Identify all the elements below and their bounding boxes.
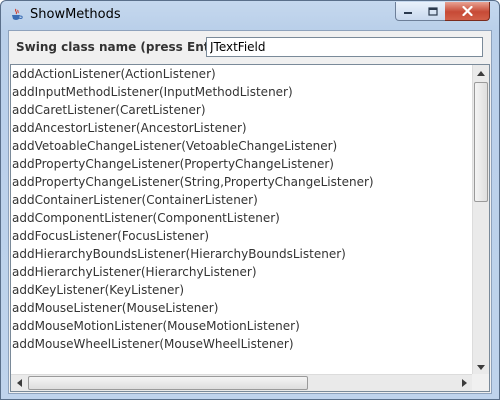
list-item[interactable]: addPropertyChangeListener(String,Propert… bbox=[11, 173, 473, 191]
list-item[interactable]: addVetoableChangeListener(VetoableChange… bbox=[11, 137, 473, 155]
title-bar[interactable]: ShowMethods bbox=[1, 1, 499, 29]
methods-scroll-pane: addActionListener(ActionListener) addInp… bbox=[10, 64, 490, 392]
list-item[interactable]: addInputMethodListener(InputMethodListen… bbox=[11, 83, 473, 101]
list-item[interactable]: addPropertyChangeListener(PropertyChange… bbox=[11, 155, 473, 173]
list-item[interactable]: addHierarchyListener(HierarchyListener) bbox=[11, 263, 473, 281]
list-item[interactable]: addContainerListener(ContainerListener) bbox=[11, 191, 473, 209]
maximize-button[interactable] bbox=[420, 2, 446, 21]
minimize-icon bbox=[404, 12, 412, 14]
window-title: ShowMethods bbox=[30, 7, 121, 22]
vertical-scrollbar[interactable] bbox=[472, 65, 489, 375]
scroll-right-button[interactable] bbox=[456, 375, 472, 391]
scroll-left-button[interactable] bbox=[11, 375, 27, 391]
minimize-button[interactable] bbox=[395, 2, 421, 21]
list-item[interactable]: addAncestorListener(AncestorListener) bbox=[11, 119, 473, 137]
vertical-scroll-thumb[interactable] bbox=[474, 82, 488, 202]
list-item[interactable]: addHierarchyBoundsListener(HierarchyBoun… bbox=[11, 245, 473, 263]
arrow-down-icon bbox=[477, 364, 485, 370]
arrow-up-icon bbox=[477, 70, 485, 76]
list-item[interactable]: addCaretListener(CaretListener) bbox=[11, 101, 473, 119]
list-item[interactable]: addFocusListener(FocusListener) bbox=[11, 227, 473, 245]
list-item[interactable]: addMouseListener(MouseListener) bbox=[11, 299, 473, 317]
close-icon bbox=[461, 6, 473, 16]
list-item[interactable]: addKeyListener(KeyListener) bbox=[11, 281, 473, 299]
content-panel: Swing class name (press Enter): addActio… bbox=[8, 30, 492, 394]
close-button[interactable] bbox=[445, 2, 490, 21]
class-name-input[interactable] bbox=[206, 37, 483, 57]
arrow-left-icon bbox=[16, 379, 22, 387]
scroll-down-button[interactable] bbox=[473, 359, 489, 375]
methods-list[interactable]: addActionListener(ActionListener) addInp… bbox=[11, 65, 473, 375]
list-item[interactable]: addActionListener(ActionListener) bbox=[11, 65, 473, 83]
list-item[interactable]: addMouseWheelListener(MouseWheelListener… bbox=[11, 335, 473, 353]
maximize-icon bbox=[427, 6, 438, 16]
scrollbar-corner bbox=[472, 374, 489, 391]
horizontal-scroll-thumb[interactable] bbox=[28, 376, 308, 390]
class-name-row: Swing class name (press Enter): bbox=[9, 31, 491, 63]
scroll-up-button[interactable] bbox=[473, 65, 489, 81]
app-window: ShowMethods Swing class name (press Ente… bbox=[0, 0, 500, 400]
list-item[interactable]: addMouseMotionListener(MouseMotionListen… bbox=[11, 317, 473, 335]
class-name-label: Swing class name (press Enter): bbox=[16, 40, 234, 54]
arrow-right-icon bbox=[461, 379, 467, 387]
java-cup-icon bbox=[12, 8, 23, 20]
list-item[interactable]: addComponentListener(ComponentListener) bbox=[11, 209, 473, 227]
horizontal-scrollbar[interactable] bbox=[11, 374, 472, 391]
